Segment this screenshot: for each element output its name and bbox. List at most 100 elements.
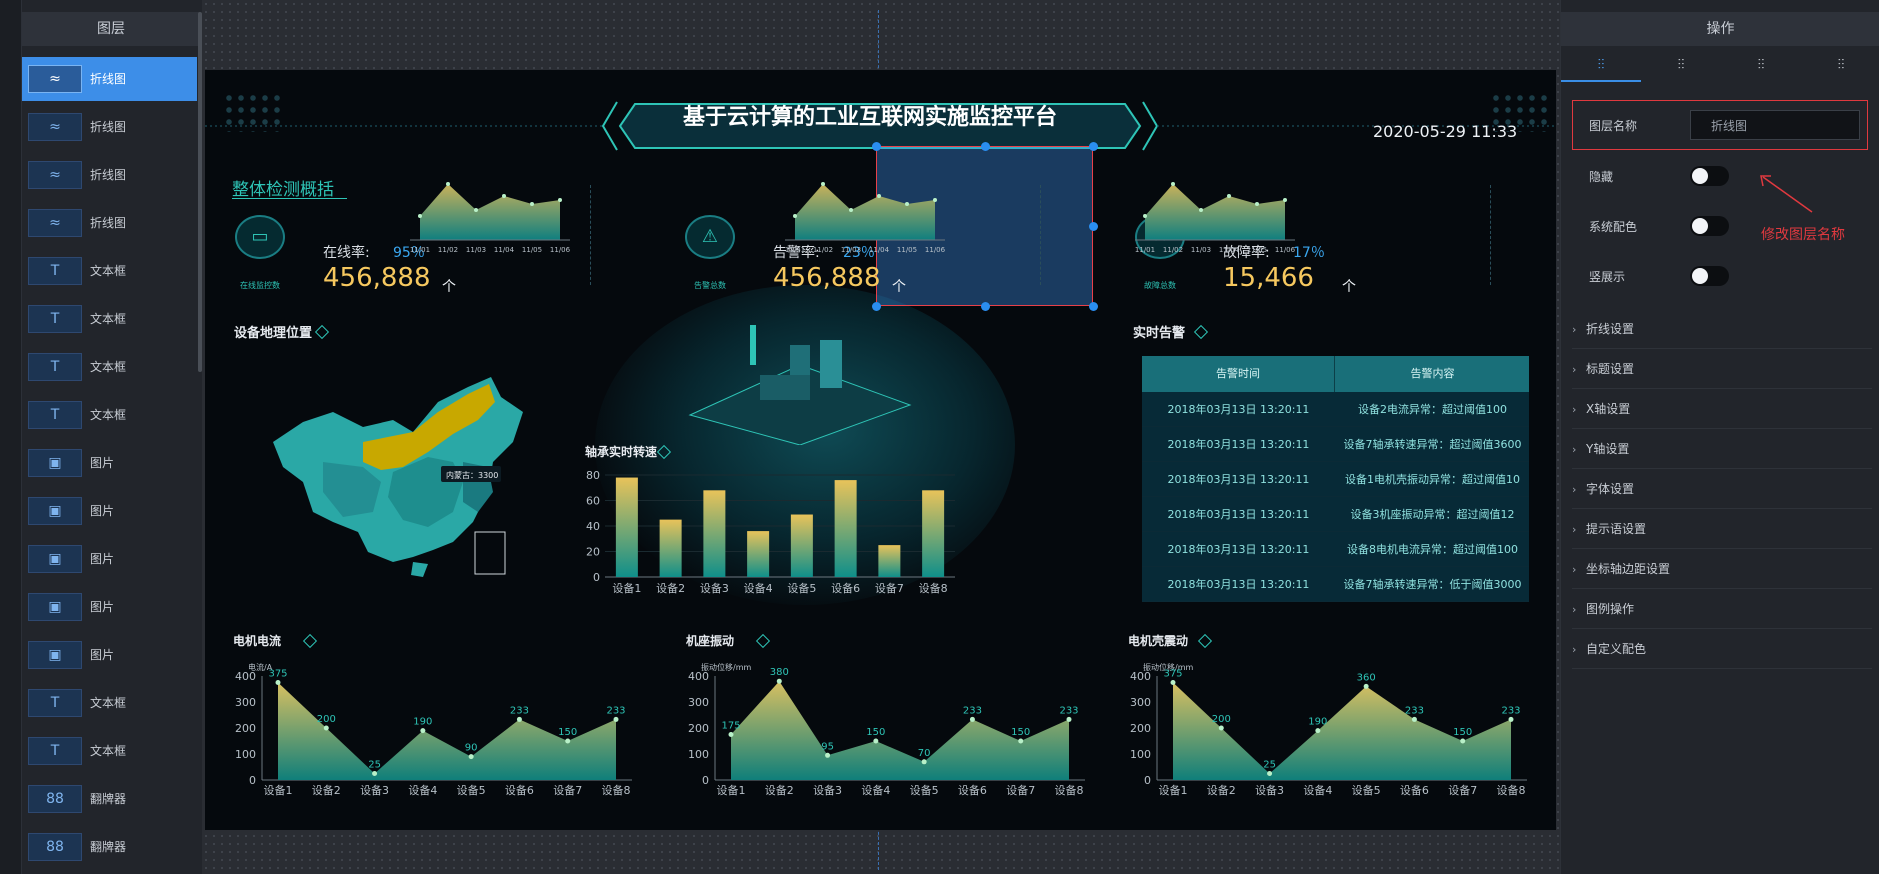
settings-section[interactable]: › 提示语设置	[1572, 510, 1872, 549]
kpi-area-chart[interactable]: 11/01 11/02 11/03 11/04 11/05 11/06	[785, 170, 945, 258]
layer-item[interactable]: ≈ 折线图	[22, 105, 197, 149]
y-tick-label: 0	[249, 774, 256, 787]
datetime-display: 2020-05-29 11:33	[1373, 122, 1518, 141]
data-label: 190	[1308, 717, 1327, 728]
alert-row[interactable]: 2018年03月13日 13:20:11 设备2电流异常：超过阈值100	[1142, 392, 1529, 427]
settings-section[interactable]: › 折线设置	[1572, 310, 1872, 349]
x-tick-label: 设备4	[861, 783, 890, 797]
dashboard-screen[interactable]: 基于云计算的工业互联网实施监控平台 2020-05-29 11:33 整体检测概…	[205, 70, 1556, 830]
resize-handle-b[interactable]	[981, 302, 990, 311]
kpi-caption: 故障总数	[1144, 281, 1176, 290]
layer-item[interactable]: T 文本框	[22, 681, 197, 725]
data-label: 200	[1212, 714, 1231, 725]
settings-tab-1-icon[interactable]: ⫶⫶	[1561, 48, 1641, 82]
data-label: 375	[268, 669, 287, 680]
layer-item-label: 文本框	[90, 744, 127, 758]
area-chart[interactable]: 0 100 200 300 400 375 设备1 200 设备2 25 设备3 190 设备4 90 设备…	[230, 668, 640, 798]
layer-item[interactable]: T 文本框	[22, 249, 197, 293]
x-tick-label: 设备4	[744, 581, 773, 595]
alert-time: 2018年03月13日 13:20:11	[1167, 473, 1310, 486]
toggle-switch[interactable]	[1690, 216, 1729, 236]
settings-section-label: Y轴设置	[1586, 442, 1630, 456]
resize-handle-br[interactable]	[1089, 302, 1098, 311]
chevron-right-icon: ›	[1572, 443, 1577, 456]
bar	[747, 531, 770, 577]
settings-tab-2-icon[interactable]: ⫶⫶	[1641, 48, 1721, 82]
resize-handle-tr[interactable]	[1089, 142, 1098, 151]
layer-item-label: 文本框	[90, 312, 127, 326]
settings-section-label: 标题设置	[1586, 362, 1635, 376]
layer-item[interactable]: ▣ 图片	[22, 489, 197, 533]
x-tick-label: 设备3	[1255, 783, 1284, 797]
x-tick-label: 设备5	[787, 581, 816, 595]
alert-time: 2018年03月13日 13:20:11	[1167, 508, 1310, 521]
area-chart[interactable]: 0 100 200 300 400 375 设备1 200 设备2 25 设备3 190 设备4 360 设…	[1125, 668, 1535, 798]
settings-section[interactable]: › 图例操作	[1572, 590, 1872, 629]
layer-item[interactable]: T 文本框	[22, 393, 197, 437]
layer-item[interactable]: T 文本框	[22, 297, 197, 341]
data-point	[474, 208, 478, 212]
bar	[878, 545, 901, 577]
x-tick-label: 设备8	[1497, 783, 1526, 797]
x-tick-label: 11/01	[1135, 246, 1155, 254]
layer-item[interactable]: ≈ 折线图	[22, 201, 197, 245]
alert-row[interactable]: 2018年03月13日 13:20:11 设备1电机壳振动异常：超过阈值10	[1142, 462, 1529, 497]
layer-item[interactable]: ▣ 图片	[22, 537, 197, 581]
settings-tab-3-icon[interactable]: ⫶⫶	[1721, 48, 1801, 82]
data-point	[1283, 198, 1287, 202]
data-point	[905, 202, 909, 206]
layer-item[interactable]: T 文本框	[22, 345, 197, 389]
toggle-switch[interactable]	[1690, 266, 1729, 286]
alert-time: 2018年03月13日 13:20:11	[1167, 578, 1310, 591]
settings-section[interactable]: › X轴设置	[1572, 390, 1872, 429]
chart-title: 电机壳震动	[1128, 634, 1189, 648]
layer-item[interactable]: ▣ 图片	[22, 441, 197, 485]
layer-item[interactable]: ▣ 图片	[22, 585, 197, 629]
data-label: 150	[866, 727, 885, 738]
settings-section[interactable]: › 自定义配色	[1572, 630, 1872, 669]
alerts-title: 实时告警	[1133, 326, 1186, 341]
y-tick-label: 40	[586, 520, 600, 533]
layer-item[interactable]: 88 翻牌器	[22, 825, 197, 869]
data-label: 190	[413, 717, 432, 728]
kpi-area-chart[interactable]: 11/01 11/02 11/03 11/04 11/05 11/06	[1135, 170, 1295, 258]
chevron-right-icon: ›	[1572, 403, 1577, 416]
x-tick-label: 设备2	[656, 581, 685, 595]
layer-item[interactable]: T 文本框	[22, 729, 197, 773]
text-icon: T	[28, 257, 82, 285]
resize-handle-tl[interactable]	[872, 142, 881, 151]
data-point	[1018, 738, 1024, 744]
bar-chart[interactable]: 0 20 40 60 80 设备1 设备2 设备3 设备4 设备5 设备6 设备7 设备8	[575, 465, 965, 595]
settings-section[interactable]: › 标题设置	[1572, 350, 1872, 389]
text-icon: T	[28, 401, 82, 429]
layer-item[interactable]: ▣ 图片	[22, 633, 197, 677]
text-icon: T	[28, 305, 82, 333]
resize-handle-bl[interactable]	[872, 302, 881, 311]
settings-section[interactable]: › Y轴设置	[1572, 430, 1872, 469]
data-point	[275, 680, 281, 685]
area-chart[interactable]: 0 100 200 300 400 175 设备1 380 设备2 95 设备3 150 设备4 70 设备…	[683, 668, 1093, 798]
overview-underline	[232, 198, 347, 199]
kpi-area-chart[interactable]: 11/01 11/02 11/03 11/04 11/05 11/06	[410, 170, 570, 258]
resize-handle-r[interactable]	[1089, 222, 1098, 231]
resize-handle-t[interactable]	[981, 142, 990, 151]
layer-name-input[interactable]	[1690, 110, 1860, 140]
settings-section[interactable]: › 坐标轴边距设置	[1572, 550, 1872, 589]
alert-row[interactable]: 2018年03月13日 13:20:11 设备3机座振动异常：超过阈值12	[1142, 497, 1529, 532]
layer-item[interactable]: ≈ 折线图	[22, 57, 197, 101]
data-point	[418, 214, 422, 218]
toggle-switch[interactable]	[1690, 166, 1729, 186]
alert-row[interactable]: 2018年03月13日 13:20:11 设备8电机电流异常：超过阈值100	[1142, 532, 1529, 567]
settings-tab-4-icon[interactable]: ⫶⫶	[1801, 48, 1879, 82]
y-tick-label: 0	[1144, 774, 1151, 787]
alert-row[interactable]: 2018年03月13日 13:20:11 设备7轴承转速异常：低于阈值3000	[1142, 567, 1529, 602]
layer-item[interactable]: 88 翻牌器	[22, 777, 197, 821]
data-label: 375	[1163, 669, 1182, 680]
layer-item[interactable]: ≈ 折线图	[22, 153, 197, 197]
data-point	[372, 771, 378, 776]
data-label: 360	[1357, 672, 1376, 683]
x-tick-label: 11/02	[438, 246, 458, 254]
settings-section[interactable]: › 字体设置	[1572, 470, 1872, 509]
china-map[interactable]: 内蒙古：3300	[263, 372, 543, 592]
alert-row[interactable]: 2018年03月13日 13:20:11 设备7轴承转速异常：超过阈值3600	[1142, 427, 1529, 462]
